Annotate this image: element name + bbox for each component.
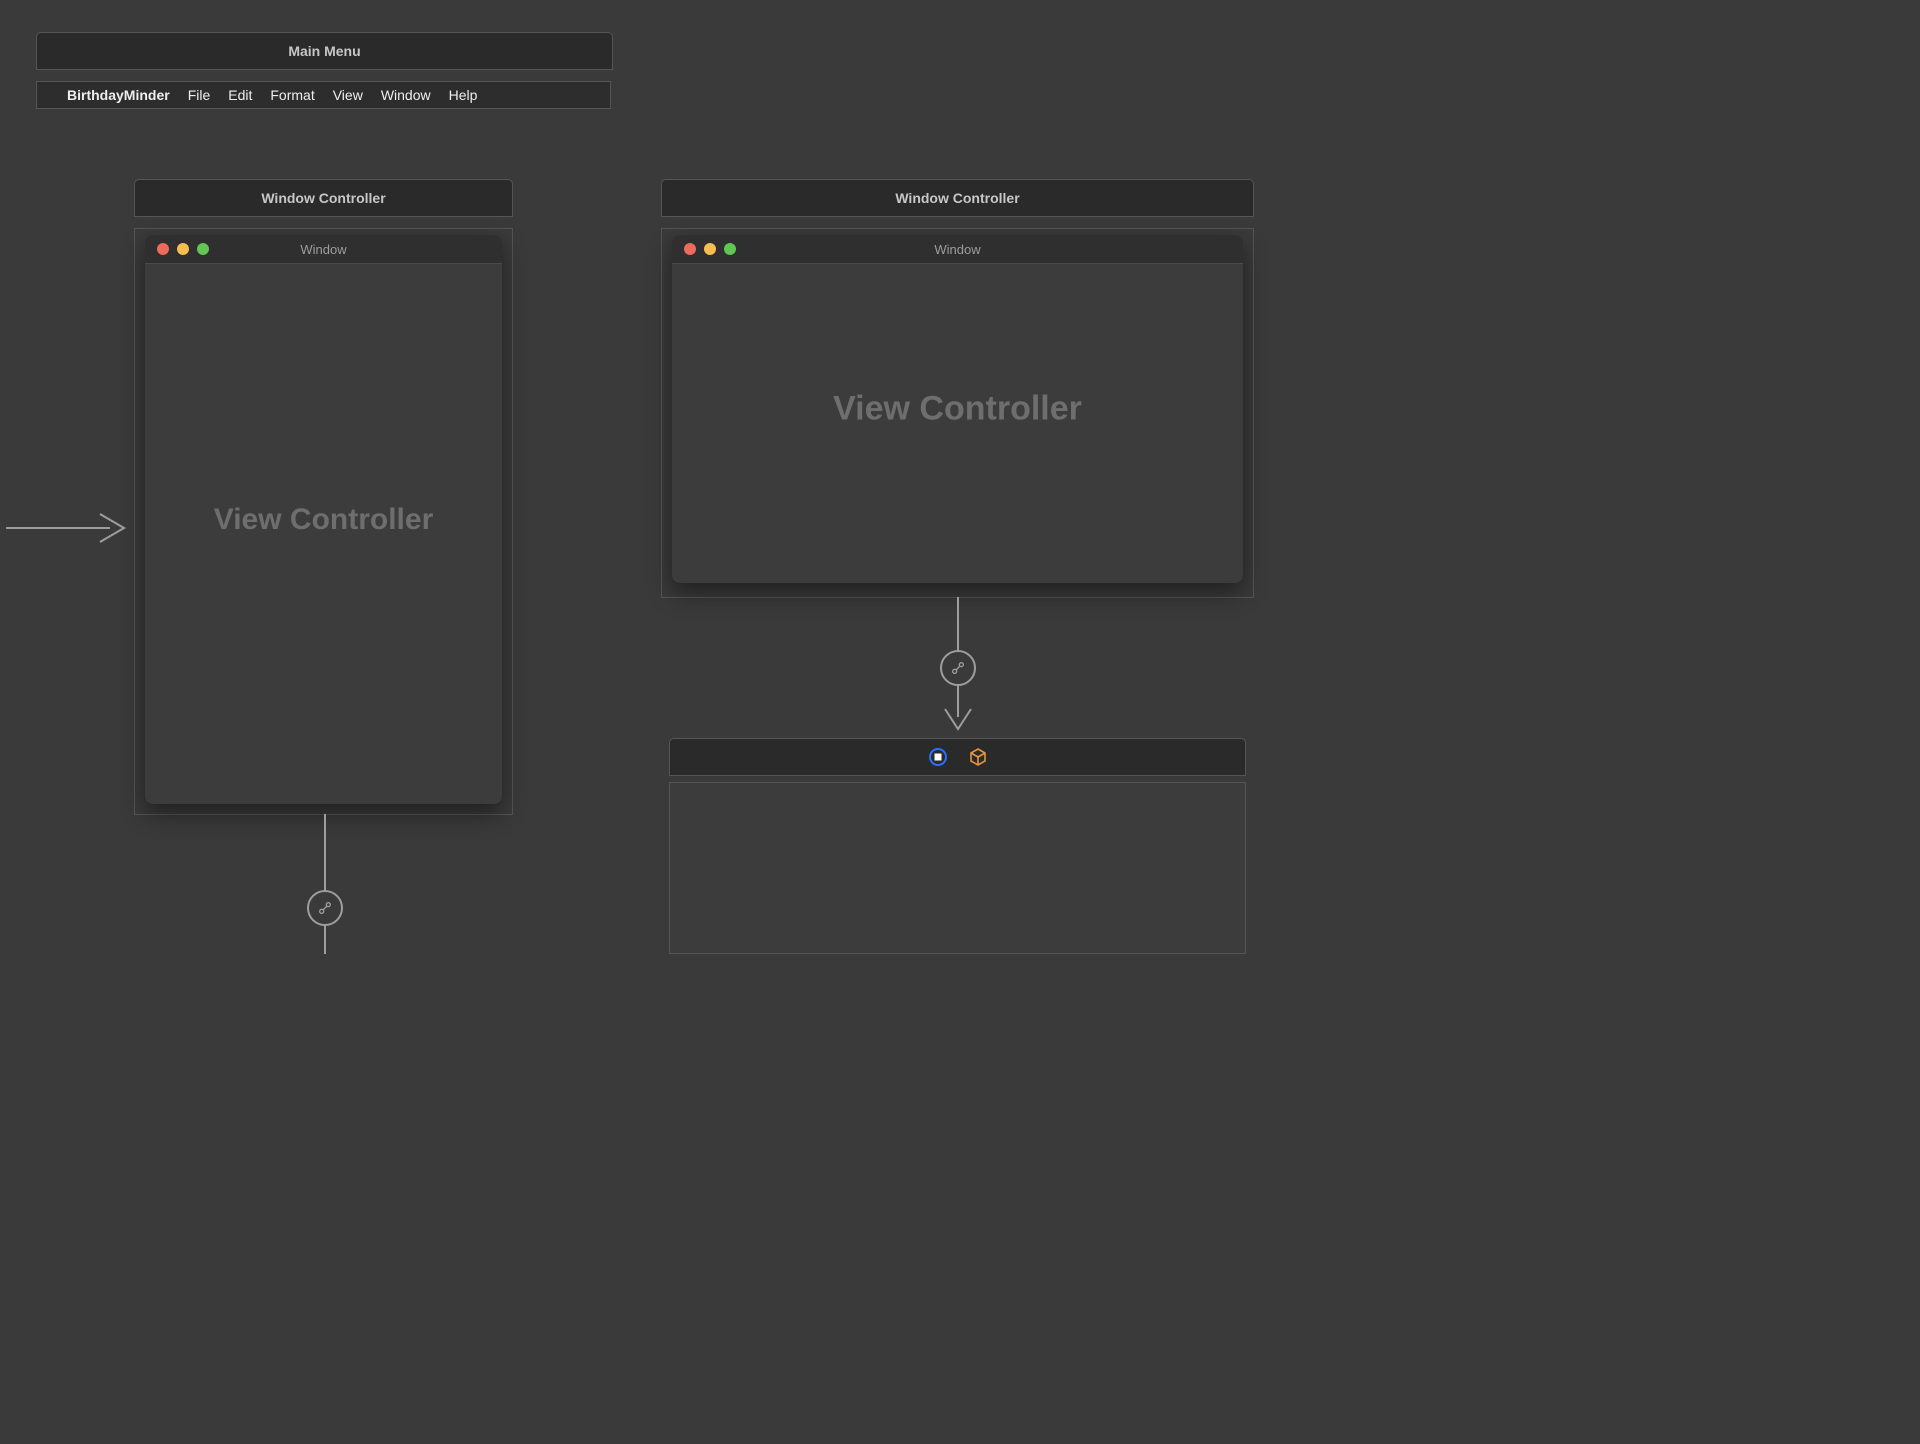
main-menu-scene-header[interactable]: Main Menu (36, 32, 613, 70)
close-traffic-light-icon[interactable] (684, 243, 696, 255)
menu-item-file[interactable]: File (188, 87, 211, 103)
window-controller-2-header[interactable]: Window Controller (661, 179, 1254, 217)
menu-item-format[interactable]: Format (270, 87, 314, 103)
traffic-lights-2 (684, 243, 736, 255)
segue-icon (317, 900, 333, 916)
menu-item-view[interactable]: View (333, 87, 363, 103)
minimize-traffic-light-icon[interactable] (704, 243, 716, 255)
window-controller-2-title: Window Controller (895, 190, 1019, 206)
window-controller-2-frame[interactable]: Window View Controller (661, 228, 1254, 598)
window-controller-1-header[interactable]: Window Controller (134, 179, 513, 217)
view-controller-scene-header[interactable] (669, 738, 1246, 776)
window-2[interactable]: Window View Controller (672, 235, 1243, 583)
window-1-content-placeholder: View Controller (145, 503, 502, 537)
window-controller-1-frame[interactable]: Window View Controller (134, 228, 513, 815)
segue-line-left (310, 814, 340, 954)
menu-item-window[interactable]: Window (381, 87, 431, 103)
main-menu-bar[interactable]: BirthdayMinder File Edit Format View Win… (36, 81, 611, 109)
minimize-traffic-light-icon[interactable] (177, 243, 189, 255)
zoom-traffic-light-icon[interactable] (724, 243, 736, 255)
close-traffic-light-icon[interactable] (157, 243, 169, 255)
menu-item-edit[interactable]: Edit (228, 87, 252, 103)
entry-point-arrow-icon (6, 498, 134, 558)
zoom-traffic-light-icon[interactable] (197, 243, 209, 255)
main-menu-scene-title: Main Menu (288, 43, 360, 59)
window-controller-1-title: Window Controller (261, 190, 385, 206)
window-1[interactable]: Window View Controller (145, 235, 502, 804)
segue-node-left[interactable] (307, 890, 343, 926)
app-menu-item[interactable]: BirthdayMinder (67, 87, 170, 103)
view-controller-object-icon[interactable] (929, 748, 947, 766)
window-2-titlebar[interactable]: Window (672, 235, 1243, 264)
window-2-title: Window (672, 242, 1243, 257)
view-controller-scene-body[interactable] (669, 782, 1246, 954)
segue-node-right[interactable] (940, 650, 976, 686)
window-2-content-placeholder: View Controller (672, 390, 1243, 429)
menu-item-help[interactable]: Help (449, 87, 478, 103)
traffic-lights (157, 243, 209, 255)
segue-icon (950, 660, 966, 676)
first-responder-object-icon[interactable] (969, 748, 987, 766)
window-1-titlebar[interactable]: Window (145, 235, 502, 264)
